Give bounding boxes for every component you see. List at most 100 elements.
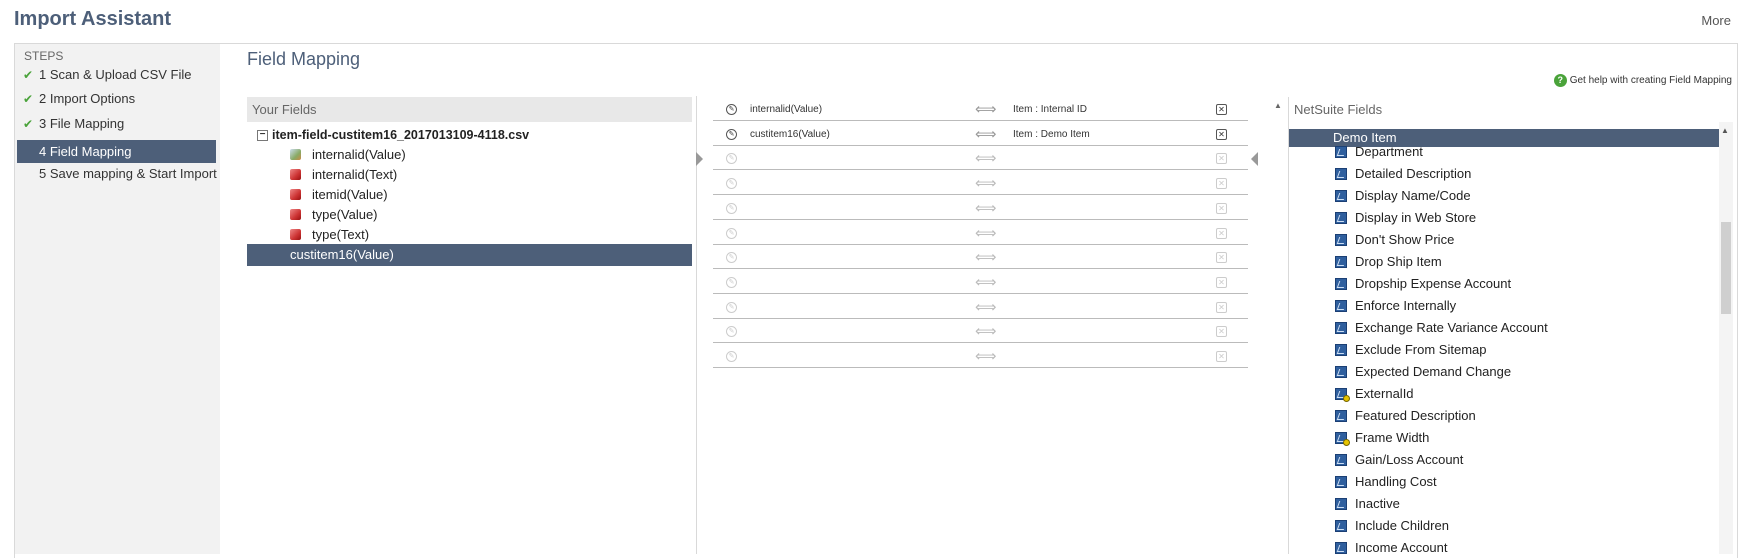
mapping-row[interactable]: ✎ ⟺ ✕ — [713, 220, 1248, 245]
edit-icon[interactable]: ✎ — [726, 227, 737, 239]
netsuite-field-label: Enforce Internally — [1355, 298, 1457, 313]
edit-icon[interactable]: ✎ — [726, 178, 737, 190]
edit-icon[interactable]: ✎ — [726, 202, 737, 214]
netsuite-field-item[interactable]: Detailed Description — [1289, 163, 1723, 185]
edit-icon[interactable]: ✎ — [726, 252, 737, 264]
map-arrow-icon: ⟺ — [975, 249, 997, 267]
step-item[interactable]: ✔ 2 Import Options — [17, 87, 216, 110]
csv-file-node[interactable]: − item-field-custitem16_2017013109-4118.… — [257, 128, 529, 142]
mapping-row[interactable]: ✎ ⟺ ✕ — [713, 145, 1248, 171]
mapping-target: Item : Internal ID — [1013, 104, 1087, 115]
field-icon — [1335, 542, 1347, 554]
mapping-row[interactable]: ✎ ⟺ ✕ — [713, 244, 1248, 270]
scroll-thumb[interactable] — [1721, 222, 1731, 314]
help-link[interactable]: ? Get help with creating Field Mapping — [1553, 74, 1732, 87]
mapping-row[interactable]: ✎ custitem16(Value) ⟺ Item : Demo Item ✕ — [713, 121, 1248, 146]
edit-icon[interactable]: ✎ — [726, 326, 737, 338]
netsuite-field-item[interactable]: Gain/Loss Account — [1289, 449, 1723, 471]
mapping-row[interactable]: ✎ ⟺ ✕ — [713, 170, 1248, 196]
delete-icon[interactable]: ✕ — [1216, 326, 1227, 338]
netsuite-field-item[interactable]: Income Account — [1289, 537, 1723, 554]
cube-icon — [290, 189, 301, 200]
map-arrow-icon: ⟺ — [975, 348, 997, 365]
netsuite-field-item[interactable]: Exchange Rate Variance Account — [1289, 317, 1723, 339]
delete-icon[interactable]: ✕ — [1216, 276, 1227, 288]
netsuite-field-item[interactable]: Display in Web Store — [1289, 207, 1723, 229]
edit-icon[interactable]: ✎ — [726, 351, 737, 362]
edit-icon[interactable]: ✎ — [726, 301, 737, 313]
netsuite-field-label: Include Children — [1355, 518, 1449, 533]
field-icon — [1335, 168, 1347, 180]
netsuite-field-label: Featured Description — [1355, 408, 1476, 423]
step-item[interactable]: ✔ 3 File Mapping — [17, 112, 216, 135]
step-item[interactable]: 4 Field Mapping — [17, 140, 216, 163]
cube-icon — [290, 169, 301, 180]
collapse-icon[interactable]: − — [257, 129, 268, 141]
netsuite-field-label: Expected Demand Change — [1355, 364, 1512, 379]
netsuite-field-item[interactable]: Dropship Expense Account — [1289, 273, 1723, 295]
your-field-item[interactable]: internalid(Text) — [247, 164, 692, 186]
map-arrow-icon: ⟺ — [975, 150, 997, 168]
more-menu[interactable]: More — [1701, 13, 1731, 28]
netsuite-field-item[interactable]: Department — [1289, 141, 1723, 163]
netsuite-field-item[interactable]: Handling Cost — [1289, 471, 1723, 493]
netsuite-scrollbar[interactable]: ▲ — [1719, 122, 1733, 554]
mapping-scroll-up-icon[interactable]: ▲ — [1274, 101, 1282, 110]
map-right-arrow-icon[interactable] — [1251, 152, 1258, 166]
step-item[interactable]: 5 Save mapping & Start Import — [17, 162, 217, 185]
netsuite-field-label: Drop Ship Item — [1355, 254, 1442, 269]
mapping-row[interactable]: ✎ ⟺ ✕ — [713, 195, 1248, 220]
netsuite-field-item[interactable]: Exclude From Sitemap — [1289, 339, 1723, 361]
field-icon — [1335, 498, 1347, 510]
netsuite-field-item[interactable]: Expected Demand Change — [1289, 361, 1723, 383]
delete-icon[interactable]: ✕ — [1216, 153, 1227, 165]
your-field-label: type(Text) — [312, 227, 370, 242]
netsuite-field-item[interactable]: Include Children — [1289, 515, 1723, 537]
your-field-label: custitem16(Value) — [290, 247, 394, 262]
delete-icon[interactable]: ✕ — [1216, 351, 1227, 362]
delete-icon[interactable]: ✕ — [1216, 252, 1227, 264]
mapping-row[interactable]: ✎ ⟺ ✕ — [713, 318, 1248, 344]
edit-icon[interactable]: ✎ — [726, 104, 737, 115]
map-arrow-icon: ⟺ — [975, 199, 997, 217]
delete-icon[interactable]: ✕ — [1216, 128, 1227, 140]
mapping-row[interactable]: ✎ internalid(Value) ⟺ Item : Internal ID ✕ — [713, 96, 1248, 121]
your-field-item[interactable]: type(Value) — [247, 204, 692, 226]
delete-icon[interactable]: ✕ — [1216, 104, 1227, 115]
edit-icon[interactable]: ✎ — [726, 153, 737, 165]
field-icon — [1335, 344, 1347, 356]
mapping-row[interactable]: ✎ ⟺ ✕ — [713, 269, 1248, 294]
map-arrow-icon: ⟺ — [975, 125, 997, 143]
your-field-item[interactable]: internalid(Value) — [247, 144, 692, 166]
delete-icon[interactable]: ✕ — [1216, 301, 1227, 313]
netsuite-field-item[interactable]: Don't Show Price — [1289, 229, 1723, 251]
netsuite-field-item[interactable]: Display Name/Code — [1289, 185, 1723, 207]
edit-icon[interactable]: ✎ — [726, 128, 737, 140]
field-icon — [1335, 322, 1347, 334]
mapping-target: Item : Demo Item — [1013, 128, 1090, 140]
delete-icon[interactable]: ✕ — [1216, 202, 1227, 214]
your-field-item[interactable]: custitem16(Value) — [247, 244, 692, 266]
scroll-up-icon[interactable]: ▲ — [1721, 126, 1729, 135]
check-icon: ✔ — [23, 117, 34, 131]
mapping-row[interactable]: ✎ ⟺ ✕ — [713, 294, 1248, 319]
delete-icon[interactable]: ✕ — [1216, 178, 1227, 190]
your-field-item[interactable]: itemid(Value) — [247, 184, 692, 206]
netsuite-field-item[interactable]: Drop Ship Item — [1289, 251, 1723, 273]
step-item[interactable]: ✔ 1 Scan & Upload CSV File — [17, 63, 216, 86]
field-icon — [1335, 410, 1347, 422]
netsuite-field-item[interactable]: Frame Width — [1289, 427, 1723, 449]
delete-icon[interactable]: ✕ — [1216, 227, 1227, 239]
app-title: Import Assistant — [14, 8, 172, 30]
netsuite-field-item[interactable]: Inactive — [1289, 493, 1723, 515]
map-left-arrow-icon[interactable] — [696, 152, 703, 166]
your-field-item[interactable]: type(Text) — [247, 224, 692, 246]
your-field-label: itemid(Value) — [312, 187, 388, 202]
edit-icon[interactable]: ✎ — [726, 276, 737, 288]
page-title: Field Mapping — [247, 49, 361, 69]
mapping-row[interactable]: ✎ ⟺ ✕ — [713, 343, 1248, 368]
netsuite-field-item[interactable]: ExternalId — [1289, 383, 1723, 405]
netsuite-field-item[interactable]: Featured Description — [1289, 405, 1723, 427]
mapping-source: internalid(Value) — [750, 104, 823, 115]
netsuite-field-item[interactable]: Enforce Internally — [1289, 295, 1723, 317]
